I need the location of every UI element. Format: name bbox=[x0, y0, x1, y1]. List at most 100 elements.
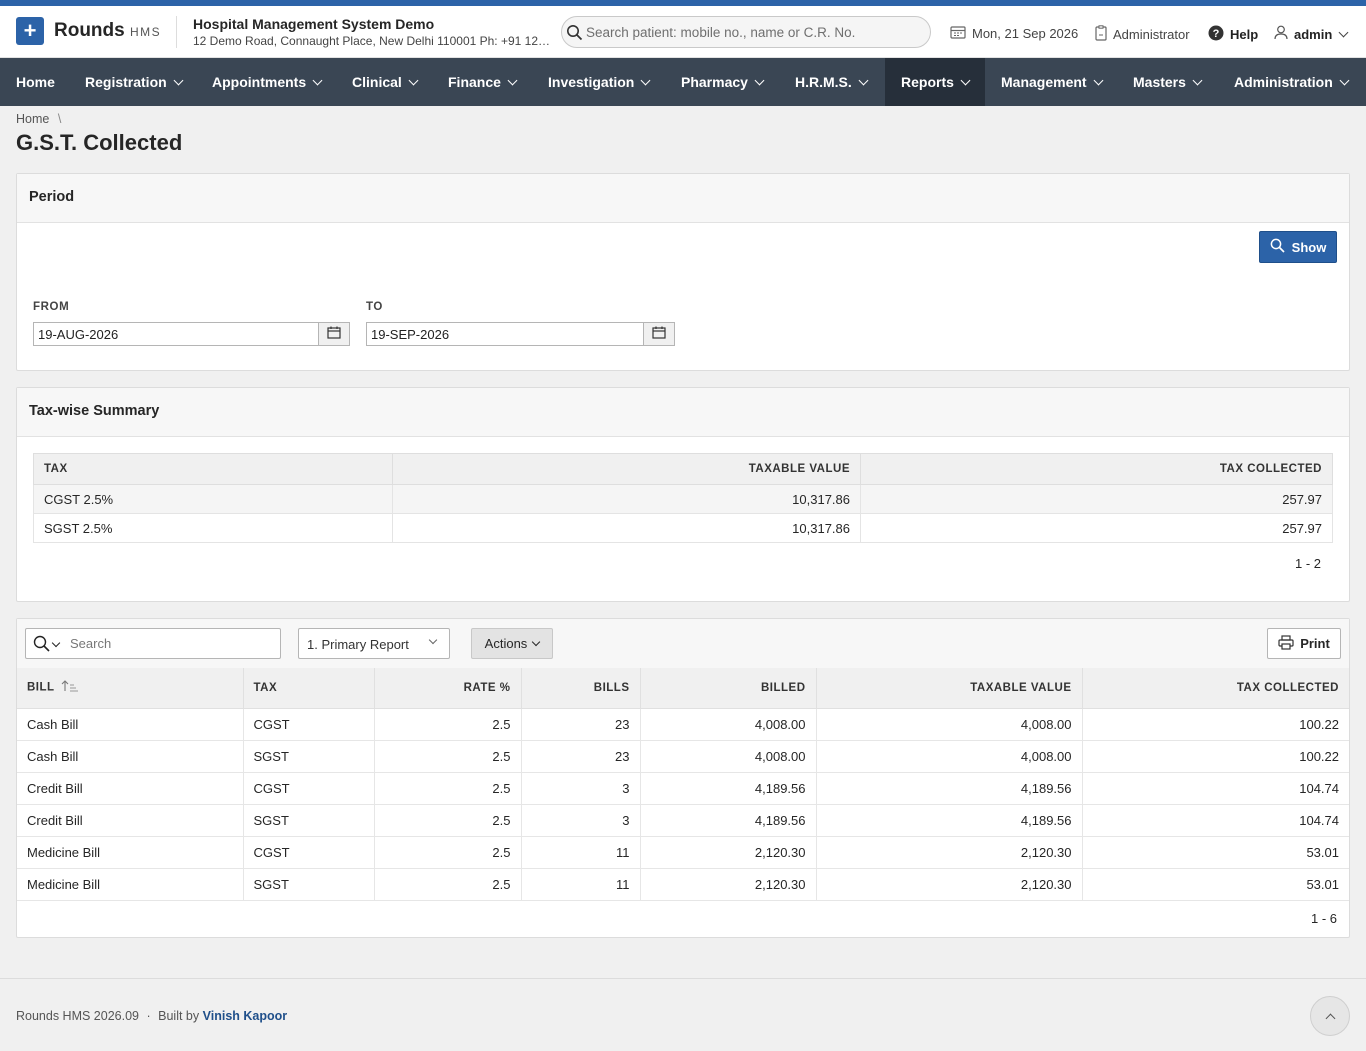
column-header-tax[interactable]: TAX bbox=[33, 453, 393, 485]
table-row: Credit Bill SGST 2.5 3 4,189.56 4,189.56… bbox=[17, 803, 1349, 837]
scroll-to-top-button[interactable] bbox=[1310, 996, 1350, 1036]
table-row: Credit Bill CGST 2.5 3 4,189.56 4,189.56… bbox=[17, 771, 1349, 805]
cell-taxable-value: 4,189.56 bbox=[815, 771, 1083, 805]
cell-bill: Cash Bill bbox=[17, 739, 244, 773]
actions-label: Actions bbox=[484, 636, 528, 651]
cell-bill: Credit Bill bbox=[17, 771, 244, 805]
footer-version: Rounds HMS 2026.09 bbox=[16, 1009, 139, 1023]
cell-tax-collected: 53.01 bbox=[1081, 867, 1349, 901]
user-icon bbox=[1274, 25, 1288, 43]
sort-ascending-icon[interactable] bbox=[61, 680, 79, 695]
report-toolbar: 1. Primary Report Actions Print bbox=[17, 619, 1349, 668]
footer-dot: · bbox=[146, 1009, 151, 1023]
nav-label: Masters bbox=[1133, 74, 1186, 90]
printer-icon bbox=[1278, 634, 1294, 653]
cell-taxable-value: 2,120.30 bbox=[815, 835, 1083, 869]
app-logo-icon[interactable]: + bbox=[16, 17, 44, 45]
from-date-input[interactable] bbox=[33, 322, 319, 346]
nav-hrms[interactable]: H.R.M.S. bbox=[779, 58, 883, 106]
summary-table: TAX TAXABLE VALUE TAX COLLECTED CGST 2.5… bbox=[33, 453, 1333, 543]
nav-clinical[interactable]: Clinical bbox=[336, 58, 433, 106]
footer-author-link[interactable]: Vinish Kapoor bbox=[203, 1009, 288, 1023]
nav-management[interactable]: Management bbox=[985, 58, 1118, 106]
cell-taxable-value: 4,008.00 bbox=[815, 739, 1083, 773]
cell-billed: 4,189.56 bbox=[639, 803, 817, 837]
cell-taxable-value: 2,120.30 bbox=[815, 867, 1083, 901]
nav-masters[interactable]: Masters bbox=[1117, 58, 1217, 106]
column-header-tax-collected[interactable]: TAX COLLECTED bbox=[1081, 668, 1349, 709]
column-header-taxable-value[interactable]: TAXABLE VALUE bbox=[815, 668, 1083, 709]
report-search-input[interactable] bbox=[70, 629, 275, 658]
to-date-picker-button[interactable] bbox=[644, 322, 675, 346]
cell-billed: 4,189.56 bbox=[639, 771, 817, 805]
breadcrumb-home[interactable]: Home bbox=[16, 112, 49, 126]
report-search-box[interactable] bbox=[25, 628, 281, 659]
header-date: Mon, 21 Sep 2026 bbox=[950, 25, 1078, 42]
nav-finance[interactable]: Finance bbox=[432, 58, 532, 106]
user-menu[interactable]: admin bbox=[1274, 25, 1349, 43]
chevron-down-icon bbox=[858, 75, 869, 85]
cell-bills: 23 bbox=[520, 739, 641, 773]
table-row: Medicine Bill SGST 2.5 11 2,120.30 2,120… bbox=[17, 867, 1349, 901]
summary-panel-title: Tax-wise Summary bbox=[17, 388, 1349, 437]
chevron-down-icon bbox=[312, 75, 323, 85]
cell-tax: SGST 2.5% bbox=[33, 513, 393, 543]
chevron-down-icon bbox=[960, 75, 971, 85]
nav-appointments[interactable]: Appointments bbox=[196, 58, 337, 106]
nav-pharmacy[interactable]: Pharmacy bbox=[665, 58, 779, 106]
cell-tax-collected: 100.22 bbox=[1081, 739, 1349, 773]
help-link[interactable]: ? Help bbox=[1208, 25, 1258, 44]
chevron-down-icon bbox=[1338, 27, 1349, 37]
cell-billed: 4,008.00 bbox=[639, 707, 817, 741]
table-row: Medicine Bill CGST 2.5 11 2,120.30 2,120… bbox=[17, 835, 1349, 869]
report-grid: BILL TAX RATE % BILLS BILLED TAXABLE VAL… bbox=[17, 668, 1349, 901]
patient-search-box[interactable] bbox=[561, 16, 931, 48]
column-header-rate[interactable]: RATE % bbox=[373, 668, 522, 709]
cell-bill: Credit Bill bbox=[17, 803, 244, 837]
cell-bill: Medicine Bill bbox=[17, 867, 244, 901]
column-header-tax-collected[interactable]: TAX COLLECTED bbox=[860, 453, 1333, 485]
patient-search-input[interactable] bbox=[586, 17, 926, 47]
chevron-down-icon bbox=[1339, 75, 1350, 85]
to-date-input[interactable] bbox=[366, 322, 644, 346]
search-icon bbox=[566, 24, 583, 44]
user-name: admin bbox=[1294, 26, 1333, 42]
chevron-up-icon bbox=[1325, 1013, 1335, 1023]
table-row: CGST 2.5% 10,317.86 257.97 bbox=[33, 484, 1333, 514]
cell-bills: 3 bbox=[520, 771, 641, 805]
chevron-down-icon bbox=[754, 75, 765, 85]
column-header-bills[interactable]: BILLS bbox=[520, 668, 641, 709]
nav-registration[interactable]: Registration bbox=[69, 58, 198, 106]
breadcrumb: Home \ bbox=[16, 112, 61, 126]
nav-reports[interactable]: Reports bbox=[885, 58, 985, 106]
summary-panel: Tax-wise Summary TAX TAXABLE VALUE TAX C… bbox=[16, 387, 1350, 602]
cell-tax-collected: 257.97 bbox=[860, 484, 1333, 514]
from-label: FROM bbox=[33, 301, 70, 313]
to-label: TO bbox=[366, 301, 383, 313]
actions-button[interactable]: Actions bbox=[471, 628, 553, 659]
chevron-down-icon bbox=[51, 638, 61, 648]
column-header-billed[interactable]: BILLED bbox=[639, 668, 817, 709]
nav-investigation[interactable]: Investigation bbox=[532, 58, 665, 106]
show-button[interactable]: Show bbox=[1259, 231, 1337, 263]
brand-sub: HMS bbox=[130, 25, 162, 39]
column-header-taxable-value[interactable]: TAXABLE VALUE bbox=[392, 453, 861, 485]
column-header-bill[interactable]: BILL bbox=[17, 668, 244, 709]
app-header: + Rounds HMS Hospital Management System … bbox=[0, 6, 1366, 58]
brand-name[interactable]: Rounds bbox=[54, 20, 125, 42]
print-button[interactable]: Print bbox=[1267, 628, 1341, 659]
nav-administration[interactable]: Administration bbox=[1218, 58, 1364, 106]
nav-label: Clinical bbox=[352, 74, 402, 90]
nav-label: Investigation bbox=[548, 74, 635, 90]
table-row: SGST 2.5% 10,317.86 257.97 bbox=[33, 513, 1333, 543]
cell-tax: CGST bbox=[242, 835, 375, 869]
from-date-picker-button[interactable] bbox=[319, 322, 350, 346]
search-column-menu[interactable] bbox=[33, 635, 61, 655]
column-header-tax[interactable]: TAX bbox=[242, 668, 375, 709]
nav-home[interactable]: Home bbox=[0, 58, 71, 106]
cell-tax-collected: 53.01 bbox=[1081, 835, 1349, 869]
header-role[interactable]: Administrator bbox=[1095, 25, 1190, 44]
report-select[interactable]: 1. Primary Report bbox=[298, 628, 450, 659]
badge-icon bbox=[1095, 25, 1107, 44]
breadcrumb-separator: \ bbox=[57, 112, 62, 126]
